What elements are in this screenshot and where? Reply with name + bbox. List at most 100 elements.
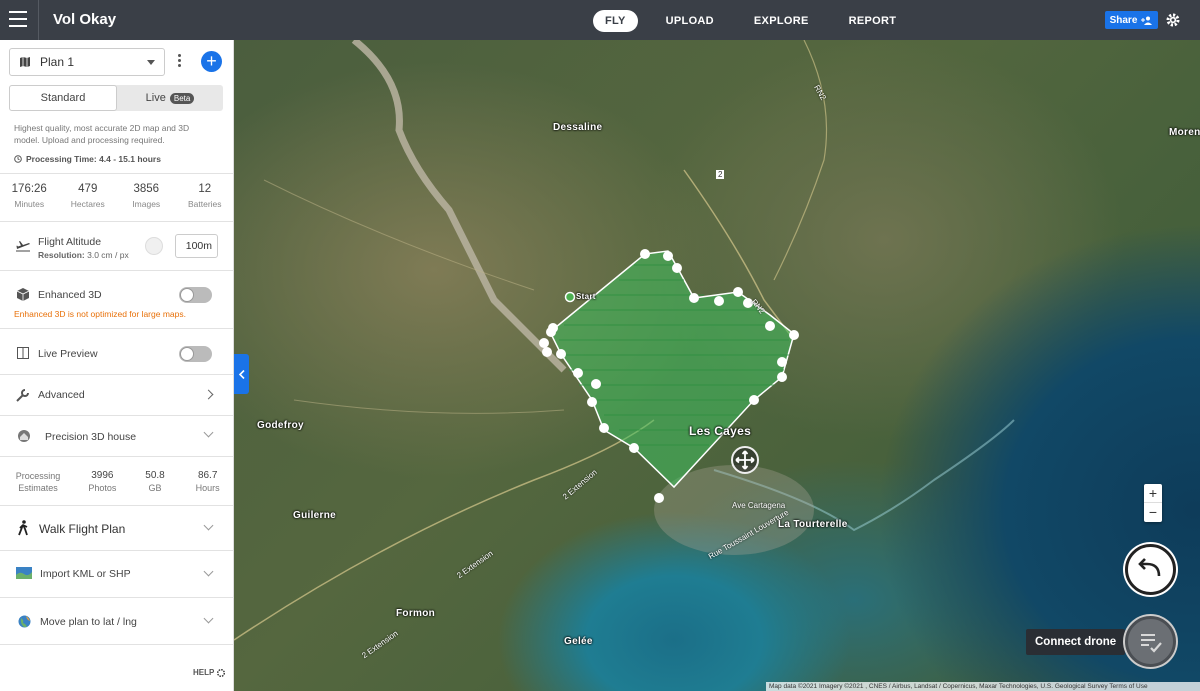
main-nav: FLY UPLOAD EXPLORE REPORT	[593, 10, 924, 32]
estimate-photos: 3996 Photos	[76, 470, 129, 494]
map-label-dessaline: Dessaline	[553, 122, 603, 133]
mode-standard[interactable]: Standard	[9, 85, 117, 111]
estimate-label: GB	[148, 483, 162, 493]
house-icon	[18, 430, 30, 442]
nav-explore[interactable]: EXPLORE	[742, 10, 821, 32]
more-options-icon[interactable]	[176, 54, 182, 70]
chevron-down-icon	[147, 60, 155, 65]
stat-hectares: 479 Hectares	[59, 183, 118, 209]
walking-person-icon	[18, 520, 28, 536]
mode-live[interactable]: Live Beta	[117, 85, 223, 111]
advanced-row[interactable]: Advanced	[0, 375, 233, 415]
beta-badge: Beta	[169, 92, 195, 104]
enhanced-3d-warning: Enhanced 3D is not optimized for large m…	[14, 309, 186, 319]
layers-map-icon	[16, 567, 32, 579]
chevron-right-icon	[203, 389, 214, 400]
nav-fly[interactable]: FLY	[593, 10, 638, 32]
estimate-hours: 86.7 Hours	[181, 470, 233, 494]
divider	[0, 173, 233, 174]
share-button[interactable]: Share	[1105, 11, 1158, 29]
live-preview-icon	[17, 347, 29, 359]
map-label-la-tourterelle: La Tourterelle	[778, 519, 848, 530]
undo-button[interactable]	[1125, 544, 1176, 595]
chevron-left-icon	[238, 369, 245, 379]
resolution-label: Resolution:	[38, 250, 85, 260]
start-label: Start	[576, 292, 596, 301]
nav-report[interactable]: REPORT	[837, 10, 909, 32]
move-plan-row[interactable]: Move plan to lat / lng	[0, 598, 233, 644]
stat-batteries: 12 Batteries	[176, 183, 234, 209]
add-person-icon	[1141, 16, 1153, 25]
app-title: Vol Okay	[53, 11, 117, 28]
processing-time-text: Processing Time: 4.4 - 15.1 hours	[26, 154, 161, 164]
divider	[0, 456, 233, 457]
stat-minutes: 176:26 Minutes	[0, 183, 59, 209]
walk-flight-plan-row[interactable]: Walk Flight Plan	[0, 506, 233, 550]
estimate-value: 50.8	[145, 470, 165, 481]
processing-estimates: Processing Estimates 3996 Photos 50.8 GB 8…	[0, 470, 233, 494]
processing-time: Processing Time: 4.4 - 15.1 hours	[14, 154, 161, 164]
satellite-map[interactable]: Dessaline Godefroy Guilerne Formon Gelée…	[234, 40, 1200, 691]
advanced-label: Advanced	[38, 389, 85, 401]
live-preview-toggle[interactable]	[179, 346, 212, 362]
map-label-guilerne: Guilerne	[293, 510, 336, 521]
map-icon	[20, 57, 30, 67]
stat-images: 3856 Images	[117, 183, 176, 209]
estimate-label: Photos	[88, 483, 117, 493]
connect-drone-button[interactable]	[1125, 616, 1176, 667]
top-bar: Vol Okay FLY UPLOAD EXPLORE REPORT Share	[0, 0, 1200, 40]
chevron-down-icon	[203, 566, 214, 577]
stat-label: Images	[132, 199, 161, 209]
airplane-icon	[16, 241, 30, 252]
share-label: Share	[1109, 14, 1138, 26]
move-plan-label: Move plan to lat / lng	[40, 616, 137, 628]
nav-upload[interactable]: UPLOAD	[654, 10, 726, 32]
settings-gear-icon[interactable]	[1165, 12, 1181, 28]
stat-value: 12	[198, 183, 212, 195]
move-polygon-handle-icon[interactable]	[731, 446, 759, 474]
stat-value: 3856	[133, 183, 160, 195]
divider	[38, 0, 39, 40]
processing-estimates-caption: Processing Estimates	[15, 471, 61, 493]
mode-live-label: Live	[145, 92, 166, 104]
import-kml-row[interactable]: Import KML or SHP	[0, 551, 233, 597]
precision-row[interactable]: Precision 3D house	[0, 416, 233, 456]
enhanced-3d-toggle[interactable]	[179, 287, 212, 303]
start-point-marker[interactable]	[564, 291, 576, 303]
map-label-les-cayes: Les Cayes	[689, 424, 752, 438]
hamburger-menu-icon[interactable]	[9, 11, 27, 29]
stat-label: Hectares	[70, 199, 105, 209]
zoom-out-button[interactable]: −	[1144, 503, 1162, 522]
estimate-label: Hours	[195, 483, 220, 493]
enhanced-3d-label: Enhanced 3D	[38, 289, 102, 301]
flight-stats: 176:26 Minutes 479 Hectares 3856 Images 12 B…	[0, 183, 234, 209]
plan-sidebar: Plan 1 + Standard Live Beta Highest quali…	[0, 40, 234, 691]
chevron-down-icon	[203, 427, 214, 438]
stat-value: 176:26	[11, 183, 47, 195]
estimate-gb: 50.8 GB	[129, 470, 182, 494]
altitude-input[interactable]: 100m	[175, 234, 218, 258]
stat-value: 479	[78, 183, 98, 195]
altitude-adjust-icon[interactable]	[145, 237, 163, 255]
estimate-value: 3996	[91, 470, 114, 481]
collapse-sidebar-button[interactable]	[234, 354, 249, 394]
zoom-in-button[interactable]: +	[1144, 484, 1162, 503]
map-label-moren: Moren	[1169, 127, 1200, 138]
checklist-icon	[1141, 634, 1162, 653]
estimate-value: 86.7	[197, 470, 218, 481]
walk-flight-plan-label: Walk Flight Plan	[39, 522, 126, 536]
plan-selector[interactable]: Plan 1	[9, 48, 165, 76]
add-plan-button[interactable]: +	[201, 51, 222, 72]
connect-drone-label[interactable]: Connect drone	[1026, 629, 1126, 655]
globe-icon	[18, 615, 31, 628]
help-button[interactable]: HELP	[193, 668, 226, 677]
divider	[0, 221, 233, 222]
help-label: HELP	[193, 668, 215, 677]
map-label-godefroy: Godefroy	[257, 420, 304, 431]
map-attribution: Map data ©2021 Imagery ©2021 , CNES / Ai…	[766, 682, 1200, 691]
chevron-down-icon	[203, 613, 214, 624]
map-overlay	[234, 40, 1015, 641]
mode-toggle: Standard Live Beta	[9, 85, 223, 111]
cube-icon	[17, 288, 29, 301]
import-kml-label: Import KML or SHP	[40, 568, 131, 580]
